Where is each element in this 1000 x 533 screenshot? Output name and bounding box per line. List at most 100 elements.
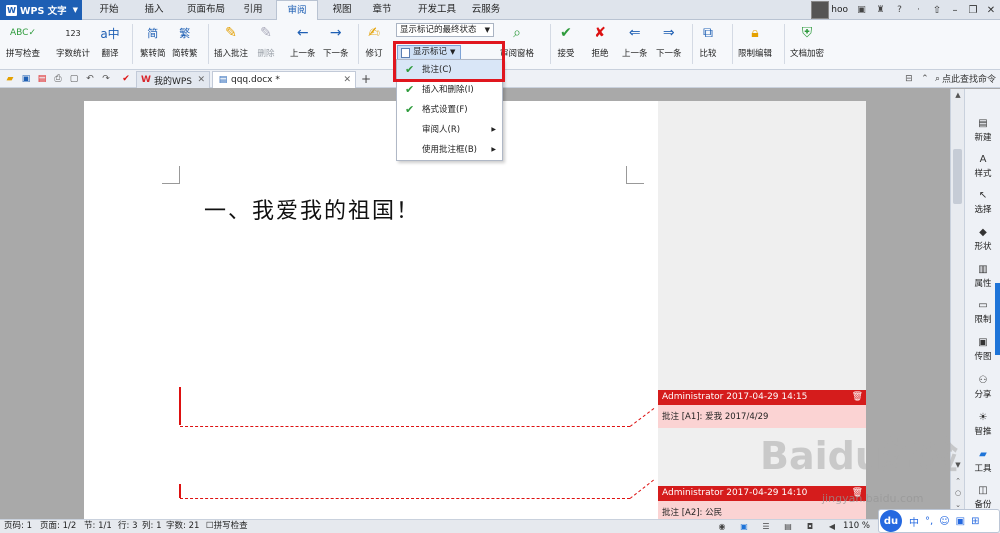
- tab-review[interactable]: 审阅: [276, 0, 318, 21]
- prev-change-button[interactable]: ⇐ 上一条: [622, 23, 648, 59]
- emoji-icon[interactable]: ☺: [939, 516, 949, 527]
- comment-text[interactable]: 批注 [A1]: 爱我 2017/4/29: [658, 405, 866, 427]
- status-spell-check[interactable]: ☐拼写检查: [206, 520, 248, 533]
- restore-icon[interactable]: ❐: [964, 0, 982, 20]
- next-change-button[interactable]: ⇒ 下一条: [656, 23, 682, 59]
- restrict-edit-button[interactable]: 🔒︎ 限制编辑: [738, 23, 772, 59]
- open-folder-icon[interactable]: ▰: [4, 73, 16, 85]
- command-search[interactable]: ⊟ ⌃ ⌕ 点此查找命令: [903, 72, 996, 86]
- chevron-right-icon: ▶: [491, 126, 496, 133]
- read-view-icon[interactable]: ◘: [804, 522, 816, 532]
- eye-icon[interactable]: ◉: [716, 522, 728, 532]
- word-count-button[interactable]: 123 字数统计: [56, 23, 90, 60]
- tab-page-layout[interactable]: 页面布局: [180, 0, 232, 20]
- sidebar-expand-handle[interactable]: [995, 283, 1000, 355]
- punctuation-icon[interactable]: °,: [925, 516, 933, 527]
- watermark-url: jingyan.baidu.com: [822, 492, 924, 505]
- menu-item-comments[interactable]: ✔ 批注(C): [397, 60, 502, 80]
- prev-comment-button[interactable]: ← 上一条: [290, 23, 316, 59]
- menu-item-formatting[interactable]: ✔ 格式设置(F): [397, 100, 502, 120]
- status-chars[interactable]: 字数: 21: [166, 520, 199, 533]
- ime-toolbar[interactable]: du 中 °, ☺ ▣ ⊞: [878, 509, 1000, 533]
- next-comment-button[interactable]: → 下一条: [323, 23, 349, 59]
- status-pages[interactable]: 页面: 1/2: [40, 520, 76, 533]
- close-icon[interactable]: ✕: [197, 75, 205, 85]
- sidebar-item-styles[interactable]: A 样式: [965, 152, 1000, 180]
- tab-developer[interactable]: 开发工具: [414, 0, 460, 20]
- export-pdf-icon[interactable]: ▤: [36, 73, 48, 85]
- redo-icon[interactable]: ↷: [100, 73, 112, 85]
- compare-button[interactable]: ⧉ 比较: [698, 23, 718, 59]
- new-tab-icon[interactable]: +: [361, 72, 371, 86]
- close-icon[interactable]: ✕: [982, 0, 1000, 20]
- skin-icon[interactable]: ▣: [854, 3, 869, 18]
- more-icon[interactable]: ·: [911, 3, 926, 18]
- sidebar-item-select[interactable]: ↖ 选择: [965, 188, 1000, 216]
- sidebar-item-new[interactable]: ▤ 新建: [965, 116, 1000, 144]
- save-icon[interactable]: ▣: [20, 73, 32, 85]
- avatar[interactable]: [811, 1, 830, 19]
- tab-references[interactable]: 引用: [238, 0, 268, 20]
- menu-item-balloons[interactable]: 使用批注框(B) ▶: [397, 140, 502, 160]
- sidebar-item-smart-push[interactable]: ☀ 智推: [965, 410, 1000, 438]
- print-preview-icon[interactable]: ▢: [68, 73, 80, 85]
- page-view-icon[interactable]: ▣: [738, 522, 750, 532]
- display-state-select[interactable]: 显示标记的最终状态 ▼: [396, 23, 494, 37]
- insert-comment-button[interactable]: ✎ 插入批注: [214, 23, 248, 59]
- doc-encrypt-button[interactable]: ⛨ 文档加密: [790, 23, 824, 59]
- simp-to-trad-button[interactable]: 繁 简转繁: [172, 23, 198, 59]
- menu-item-insertions-deletions[interactable]: ✔ 插入和删除(I): [397, 80, 502, 100]
- chevron-down-icon: ▼: [450, 48, 456, 56]
- grid-icon[interactable]: ⊞: [971, 516, 979, 527]
- scroll-thumb[interactable]: [953, 149, 962, 204]
- tab-home[interactable]: 开始: [90, 0, 128, 20]
- customize-icon[interactable]: ✔: [120, 73, 132, 85]
- spell-check-button[interactable]: ABC✓ 拼写检查: [6, 23, 40, 59]
- sidebar-item-shapes[interactable]: ◆ 形状: [965, 225, 1000, 253]
- sidebar-item-tools[interactable]: ▰ 工具: [965, 447, 1000, 475]
- select-browse-icon[interactable]: ○: [953, 489, 963, 499]
- scroll-up-icon[interactable]: ▲: [953, 91, 963, 101]
- web-view-icon[interactable]: ▤: [782, 522, 794, 532]
- sidebar-item-backup[interactable]: ◫ 备份: [965, 483, 1000, 511]
- menu-item-reviewers[interactable]: 审阅人(R) ▶: [397, 120, 502, 140]
- accept-button[interactable]: ✔ 接受: [556, 23, 576, 59]
- comment-box[interactable]: Administrator 2017-04-29 14:15 🗑︎ 批注 [A1…: [658, 390, 866, 428]
- tab-insert[interactable]: 插入: [136, 0, 172, 20]
- zoom-level[interactable]: 110 %: [843, 520, 870, 533]
- doc-tab-my-wps[interactable]: W 我的WPS ✕: [136, 71, 210, 88]
- review-pane-button[interactable]: ⌕ 审阅窗格: [500, 23, 534, 59]
- tab-chapter[interactable]: 章节: [366, 0, 398, 20]
- username[interactable]: hoo: [831, 5, 848, 15]
- doc-tab-qqq[interactable]: ▤ qqq.docx * ✕: [212, 71, 356, 88]
- tab-cloud[interactable]: 云服务: [466, 0, 506, 20]
- sidebar-item-share[interactable]: ⚇ 分享: [965, 373, 1000, 401]
- trad-to-simp-button[interactable]: 简 繁转简: [140, 23, 166, 59]
- translate-button[interactable]: a中 翻译: [100, 23, 120, 60]
- help-icon[interactable]: ?: [892, 3, 907, 18]
- close-icon[interactable]: ✕: [343, 75, 351, 85]
- outline-view-icon[interactable]: ☰: [760, 522, 772, 532]
- tab-view[interactable]: 视图: [326, 0, 358, 20]
- revise-button[interactable]: ✍ 修订: [364, 23, 384, 59]
- minimize-icon[interactable]: –: [946, 0, 964, 20]
- document-page[interactable]: 一、我爱我的祖国！: [84, 101, 658, 519]
- document-heading[interactable]: 一、我爱我的祖国！: [204, 193, 420, 225]
- app-menu-button[interactable]: W WPS 文字 ▼: [0, 0, 82, 20]
- delete-comment-button[interactable]: ✎ 删除: [256, 23, 276, 59]
- print-icon[interactable]: ⎙: [52, 73, 64, 85]
- expand-icon[interactable]: ⌃: [919, 73, 931, 85]
- view-controls: ◉ ▣ ☰ ▤ ◘ ◀ 110 %: [711, 520, 870, 533]
- toolbox-icon[interactable]: ▣: [956, 516, 965, 527]
- zoom-slider-icon[interactable]: ◀: [826, 522, 838, 532]
- trash-icon[interactable]: 🗑︎: [852, 390, 863, 405]
- undo-icon[interactable]: ↶: [84, 73, 96, 85]
- reject-button[interactable]: ✘ 拒绝: [590, 23, 610, 59]
- ribbon-divider: [732, 24, 733, 64]
- shirt-icon[interactable]: ♜: [873, 3, 888, 18]
- pin-icon[interactable]: ⇧: [928, 0, 946, 20]
- show-markup-button[interactable]: 显示标记 ▼: [397, 45, 461, 60]
- ime-language[interactable]: 中: [909, 514, 919, 529]
- minimize-ribbon-icon[interactable]: ⊟: [903, 73, 915, 85]
- checkmark-icon: ✔: [405, 103, 415, 116]
